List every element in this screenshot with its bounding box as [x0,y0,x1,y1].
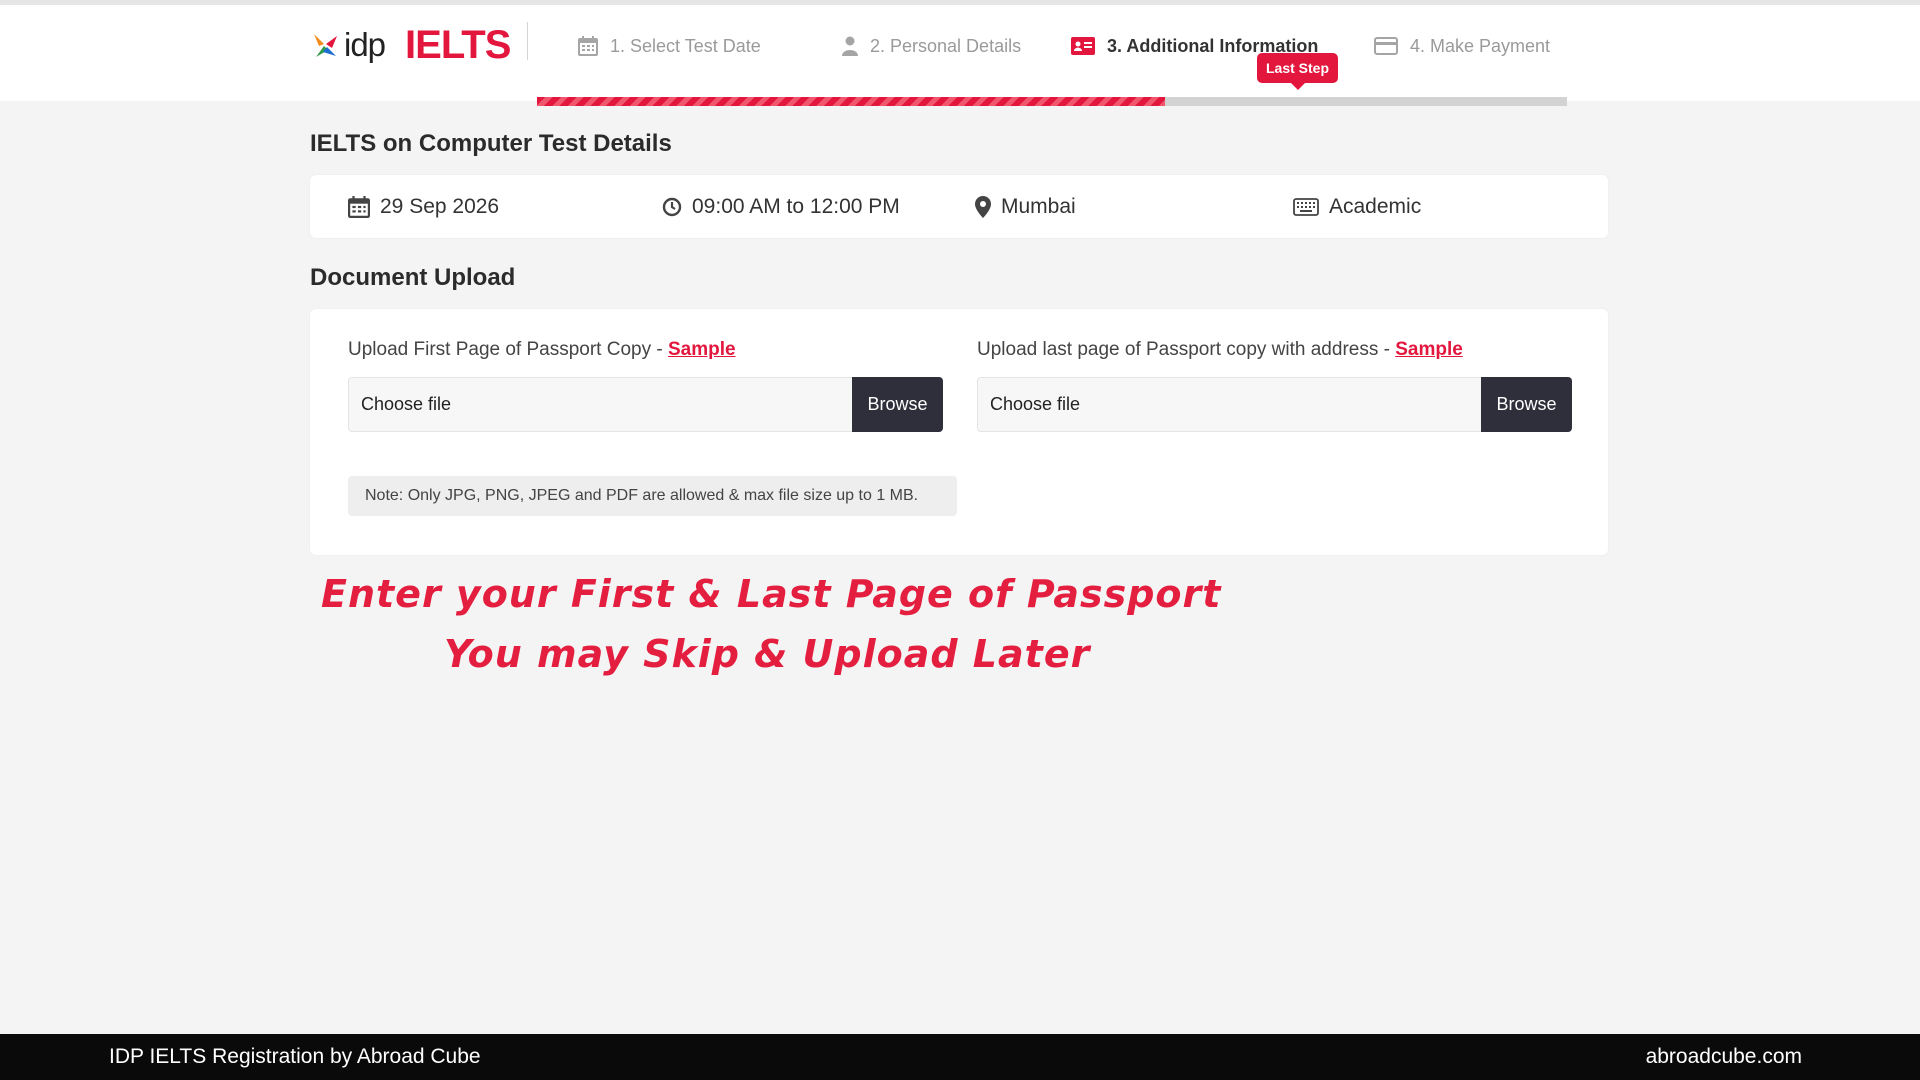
first-page-sample-link[interactable]: Sample [668,339,736,360]
brand-idp: idp [344,26,386,63]
progress-bar [537,97,1567,106]
first-page-browse-button[interactable]: Browse [852,377,943,432]
progress-fill [537,97,1166,106]
step-select-test-date[interactable]: 1. Select Test Date [578,31,761,61]
step-make-payment[interactable]: 4. Make Payment [1374,31,1550,61]
header: idp IELTS 1. Select Test Date 2. Persona… [0,5,1920,106]
brand-ielts: IELTS [405,22,511,67]
test-module-value: Academic [1329,194,1422,218]
test-details-card: 29 Sep 2026 09:00 AM to 12:00 PM Mumbai … [310,175,1608,238]
step-label: 2. Personal Details [870,35,1022,56]
user-icon [842,36,858,56]
step-label: 4. Make Payment [1410,35,1551,56]
map-pin-icon [975,195,991,218]
last-page-browse-button[interactable]: Browse [1481,377,1572,432]
footer-caption: IDP IELTS Registration by Abroad Cube [109,1045,481,1068]
first-page-upload-label: Upload First Page of Passport Copy - Sam… [348,339,736,361]
idp-logo-icon [314,34,337,57]
clock-icon [662,197,682,216]
step-personal-details[interactable]: 2. Personal Details [842,31,1021,61]
footer-website[interactable]: abroadcube.com [1646,1034,1802,1080]
test-time: 09:00 AM to 12:00 PM [662,175,900,238]
last-page-label-text: Upload last page of Passport copy with a… [977,339,1396,360]
document-upload-title: Document Upload [310,264,516,291]
first-page-file-input[interactable]: Choose file [348,377,852,432]
first-page-file-upload[interactable]: Choose file Browse [348,377,943,432]
test-time-value: 09:00 AM to 12:00 PM [692,194,900,218]
credit-card-icon [1374,37,1398,55]
last-page-upload-label: Upload last page of Passport copy with a… [977,339,1463,361]
last-page-file-upload[interactable]: Choose file Browse [977,377,1572,432]
test-date-value: 29 Sep 2026 [380,194,500,218]
logo-divider [527,22,528,60]
calendar-icon [578,36,598,56]
last-page-file-input[interactable]: Choose file [977,377,1481,432]
logo[interactable]: idp IELTS [310,21,511,69]
keyboard-icon [1293,197,1319,216]
test-module: Academic [1293,175,1421,238]
test-location-value: Mumbai [1001,194,1076,218]
annotation-line-1: Enter your First & Last Page of Passport [321,572,1222,616]
test-location: Mumbai [975,175,1076,238]
test-details-title: IELTS on Computer Test Details [310,130,672,157]
document-upload-card: Upload First Page of Passport Copy - Sam… [310,309,1608,555]
footer: IDP IELTS Registration by Abroad Cube ab… [0,1034,1920,1080]
test-date: 29 Sep 2026 [348,175,499,238]
annotation-line-2: You may Skip & Upload Later [444,632,1091,676]
id-card-icon [1071,37,1095,55]
last-page-sample-link[interactable]: Sample [1395,339,1463,360]
calendar-icon [348,195,370,218]
first-page-label-text: Upload First Page of Passport Copy - [348,339,668,360]
step-label: 1. Select Test Date [610,35,761,56]
file-format-note: Note: Only JPG, PNG, JPEG and PDF are al… [348,476,957,516]
last-step-badge: Last Step [1257,53,1339,90]
